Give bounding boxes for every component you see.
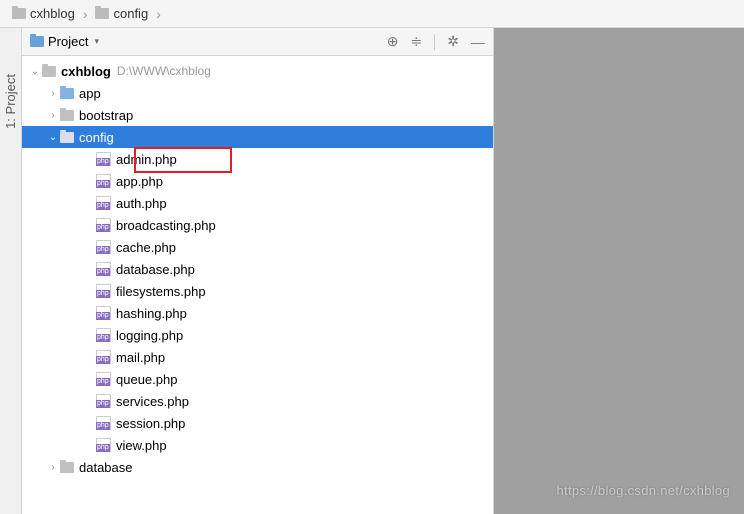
node-label: queue.php — [116, 372, 177, 387]
folder-icon — [12, 8, 26, 19]
php-file-icon — [96, 306, 111, 320]
node-label: database.php — [116, 262, 195, 277]
panel-view-selector[interactable]: Project ▾ — [30, 34, 99, 49]
php-file-icon — [96, 262, 111, 276]
tree-file[interactable]: hashing.php — [22, 302, 493, 324]
tree-folder-config[interactable]: ⌄ config — [22, 126, 493, 148]
node-label: view.php — [116, 438, 167, 453]
tree-file[interactable]: database.php — [22, 258, 493, 280]
php-file-icon — [96, 438, 111, 452]
node-label: logging.php — [116, 328, 183, 343]
php-file-icon — [96, 416, 111, 430]
node-label: app — [79, 86, 101, 101]
php-file-icon — [96, 240, 111, 254]
php-file-icon — [96, 218, 111, 232]
tree-folder[interactable]: › database — [22, 456, 493, 478]
tree-file[interactable]: view.php — [22, 434, 493, 456]
php-file-icon — [96, 174, 111, 188]
panel-title: Project — [48, 34, 88, 49]
php-file-icon — [96, 394, 111, 408]
project-panel: Project ▾ ⊕ ≑ ✲ — ⌄ cxhblog D:\WWW\cxhblog… — [22, 28, 494, 514]
folder-icon — [95, 8, 109, 19]
breadcrumb-label: config — [113, 6, 148, 21]
php-file-icon — [96, 152, 111, 166]
chevron-right-icon[interactable]: › — [46, 110, 60, 121]
folder-icon — [30, 36, 44, 47]
tree-file[interactable]: admin.php — [22, 148, 493, 170]
folder-icon — [60, 88, 74, 99]
chevron-right-icon[interactable]: › — [46, 88, 60, 99]
node-label: mail.php — [116, 350, 165, 365]
node-label: filesystems.php — [116, 284, 206, 299]
php-file-icon — [96, 196, 111, 210]
tree-file[interactable]: queue.php — [22, 368, 493, 390]
project-tree[interactable]: ⌄ cxhblog D:\WWW\cxhblog › app › bootstrap ⌄ con… — [22, 56, 493, 514]
breadcrumb: cxhblog › config › — [0, 0, 744, 28]
chevron-down-icon[interactable]: ⌄ — [28, 66, 42, 77]
chevron-right-icon: › — [83, 6, 88, 22]
node-label: config — [79, 130, 114, 145]
node-path: D:\WWW\cxhblog — [117, 64, 211, 78]
tree-folder[interactable]: › bootstrap — [22, 104, 493, 126]
chevron-right-icon: › — [156, 6, 161, 22]
tree-file[interactable]: session.php — [22, 412, 493, 434]
php-file-icon — [96, 284, 111, 298]
folder-icon — [60, 132, 74, 143]
tree-file[interactable]: logging.php — [22, 324, 493, 346]
hide-icon[interactable]: — — [471, 34, 485, 50]
breadcrumb-item-config[interactable]: config — [91, 4, 152, 23]
gear-icon[interactable]: ✲ — [447, 33, 459, 50]
chevron-down-icon: ▾ — [94, 36, 99, 47]
separator — [434, 34, 435, 50]
node-label: app.php — [116, 174, 163, 189]
php-file-icon — [96, 350, 111, 364]
tree-file[interactable]: cache.php — [22, 236, 493, 258]
node-label: bootstrap — [79, 108, 133, 123]
tree-file[interactable]: mail.php — [22, 346, 493, 368]
tree-file[interactable]: services.php — [22, 390, 493, 412]
breadcrumb-label: cxhblog — [30, 6, 75, 21]
node-label: cache.php — [116, 240, 176, 255]
folder-icon — [60, 462, 74, 473]
locate-icon[interactable]: ⊕ — [387, 33, 399, 50]
tree-root[interactable]: ⌄ cxhblog D:\WWW\cxhblog — [22, 60, 493, 82]
node-label: hashing.php — [116, 306, 187, 321]
tab-label: 1: Project — [3, 74, 18, 129]
tool-window-stripe: 1: Project — [0, 28, 22, 514]
node-label: database — [79, 460, 133, 475]
breadcrumb-item-root[interactable]: cxhblog — [8, 4, 79, 23]
collapse-icon[interactable]: ≑ — [411, 33, 423, 50]
node-label: cxhblog — [61, 64, 111, 79]
project-tool-tab[interactable]: 1: Project — [1, 68, 20, 135]
php-file-icon — [96, 372, 111, 386]
folder-icon — [60, 110, 74, 121]
node-label: broadcasting.php — [116, 218, 216, 233]
tree-file[interactable]: broadcasting.php — [22, 214, 493, 236]
tree-file[interactable]: app.php — [22, 170, 493, 192]
folder-icon — [42, 66, 56, 77]
editor-area: https://blog.csdn.net/cxhblog — [494, 28, 744, 514]
watermark-text: https://blog.csdn.net/cxhblog — [557, 483, 730, 498]
node-label: auth.php — [116, 196, 167, 211]
chevron-right-icon[interactable]: › — [46, 462, 60, 473]
chevron-down-icon[interactable]: ⌄ — [46, 132, 60, 143]
tree-file[interactable]: auth.php — [22, 192, 493, 214]
php-file-icon — [96, 328, 111, 342]
node-label: admin.php — [116, 152, 177, 167]
tree-folder[interactable]: › app — [22, 82, 493, 104]
panel-header: Project ▾ ⊕ ≑ ✲ — — [22, 28, 493, 56]
tree-file[interactable]: filesystems.php — [22, 280, 493, 302]
node-label: session.php — [116, 416, 185, 431]
node-label: services.php — [116, 394, 189, 409]
